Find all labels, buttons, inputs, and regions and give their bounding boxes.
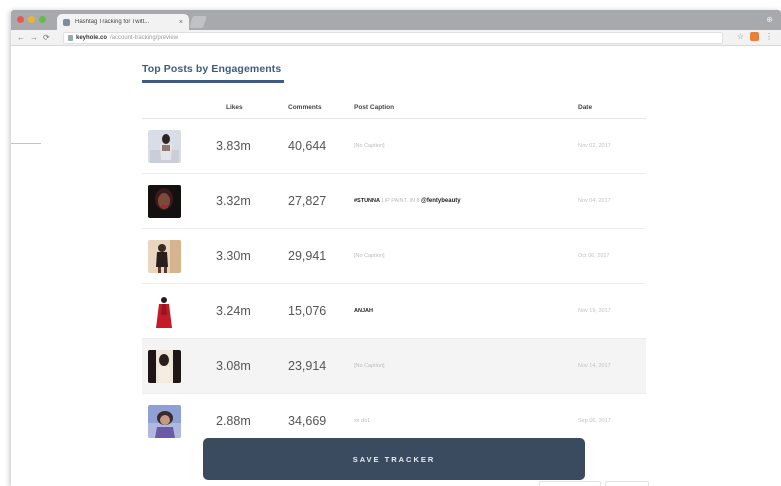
new-tab-button[interactable] <box>189 16 207 28</box>
toolbar-actions: ☆ ⋮ <box>737 32 773 41</box>
menu-icon[interactable]: ⋮ <box>765 32 773 41</box>
window-controls <box>17 16 46 23</box>
table-row[interactable]: 3.30m 29,941 [No Caption] Oct 06, 2017 <box>142 229 646 284</box>
url-path: /account-tracking/preview <box>110 35 179 41</box>
minimize-window-button[interactable] <box>28 16 35 23</box>
column-header-date[interactable]: Date <box>578 104 592 111</box>
tab-top-posts-by-engagements[interactable]: Top Posts by Engagements <box>142 63 281 75</box>
post-caption: ANJAH <box>354 308 373 314</box>
forward-icon[interactable]: → <box>30 33 38 43</box>
profile-icon[interactable]: ⊕ <box>766 15 773 24</box>
column-header-post-caption[interactable]: Post Caption <box>354 104 394 111</box>
table-row[interactable]: 3.83m 40,644 [No Caption] Nov 02, 2017 <box>142 119 646 174</box>
comments-value: 40,644 <box>288 139 327 153</box>
caption-text: LIP PAINT. IN 8 <box>379 198 422 204</box>
post-thumbnail[interactable] <box>148 295 181 328</box>
caption-text: ANJAH <box>354 308 373 314</box>
secondary-button[interactable] <box>539 481 601 486</box>
bookmark-star-icon[interactable]: ☆ <box>737 32 744 41</box>
post-caption: xx do1 <box>354 418 371 424</box>
post-thumbnail[interactable] <box>148 405 181 438</box>
url-host: keyhole.co <box>76 35 108 41</box>
reload-icon[interactable]: ⟳ <box>43 33 50 43</box>
tab-title: Hashtag Tracking for Twitt... <box>75 19 150 25</box>
post-thumbnail[interactable] <box>148 130 181 163</box>
top-posts-table: Likes Comments Post Caption Date 3.83m 4… <box>142 95 646 449</box>
likes-value: 3.32m <box>216 194 251 208</box>
table-row[interactable]: 3.32m 27,827 #STUNNA LIP PAINT. IN 8 @fe… <box>142 174 646 229</box>
post-date: Nov 02, 2017 <box>578 143 611 149</box>
browser-tab[interactable]: Hashtag Tracking for Twitt... × <box>57 14 189 30</box>
column-header-likes[interactable]: Likes <box>226 104 243 111</box>
post-date: Oct 06, 2017 <box>578 253 610 259</box>
post-caption: [No Caption] <box>354 143 385 149</box>
post-date: Sep 06, 2017 <box>578 418 611 424</box>
caption-mention-link[interactable]: @fentybeauty <box>421 198 461 204</box>
table-row[interactable]: 3.24m 15,076 ANJAH Nov 19, 2017 <box>142 284 646 339</box>
post-thumbnail[interactable] <box>148 240 181 273</box>
comments-value: 29,941 <box>288 249 327 263</box>
post-date: Nov 14, 2017 <box>578 363 611 369</box>
post-thumbnail[interactable] <box>148 350 181 383</box>
table-row[interactable]: 3.08m 23,914 [No Caption] Nov 14, 2017 <box>142 339 646 394</box>
post-date: Nov 04, 2017 <box>578 198 611 204</box>
likes-value: 2.88m <box>216 414 251 428</box>
active-tab-indicator <box>142 80 284 83</box>
extension-icon[interactable] <box>750 32 759 41</box>
post-thumbnail[interactable] <box>148 185 181 218</box>
tertiary-button[interactable] <box>605 481 649 486</box>
post-caption: #STUNNA LIP PAINT. IN 8 @fentybeauty <box>354 198 461 204</box>
navigation-buttons: ← → ⟳ <box>17 33 50 43</box>
column-header-comments[interactable]: Comments <box>288 104 322 111</box>
comments-value: 15,076 <box>288 304 327 318</box>
table-header: Likes Comments Post Caption Date <box>142 95 646 119</box>
caption-hashtag: #STUNNA <box>354 198 380 204</box>
likes-value: 3.83m <box>216 139 251 153</box>
likes-value: 3.24m <box>216 304 251 318</box>
lock-icon <box>68 35 73 41</box>
save-tracker-button[interactable]: SAVE TRACKER <box>203 438 585 480</box>
post-caption: [No Caption] <box>354 253 385 259</box>
post-caption: [No Caption] <box>354 363 385 369</box>
divider <box>11 143 41 144</box>
browser-window: Hashtag Tracking for Twitt... × ⊕ ← → ⟳ … <box>11 10 781 486</box>
likes-value: 3.08m <box>216 359 251 373</box>
tab-strip: Hashtag Tracking for Twitt... × ⊕ <box>11 10 781 30</box>
close-window-button[interactable] <box>17 16 24 23</box>
back-icon[interactable]: ← <box>17 33 25 43</box>
likes-value: 3.30m <box>216 249 251 263</box>
post-date: Nov 19, 2017 <box>578 308 611 314</box>
comments-value: 27,827 <box>288 194 327 208</box>
address-bar[interactable]: keyhole.co /account-tracking/preview <box>63 32 723 44</box>
page-content: Top Posts by Engagements Likes Comments … <box>11 47 781 486</box>
browser-toolbar: ← → ⟳ keyhole.co /account-tracking/previ… <box>11 30 781 46</box>
favicon-icon <box>63 18 70 26</box>
comments-value: 34,669 <box>288 414 327 428</box>
maximize-window-button[interactable] <box>39 16 46 23</box>
comments-value: 23,914 <box>288 359 327 373</box>
tab-close-icon[interactable]: × <box>179 19 183 26</box>
